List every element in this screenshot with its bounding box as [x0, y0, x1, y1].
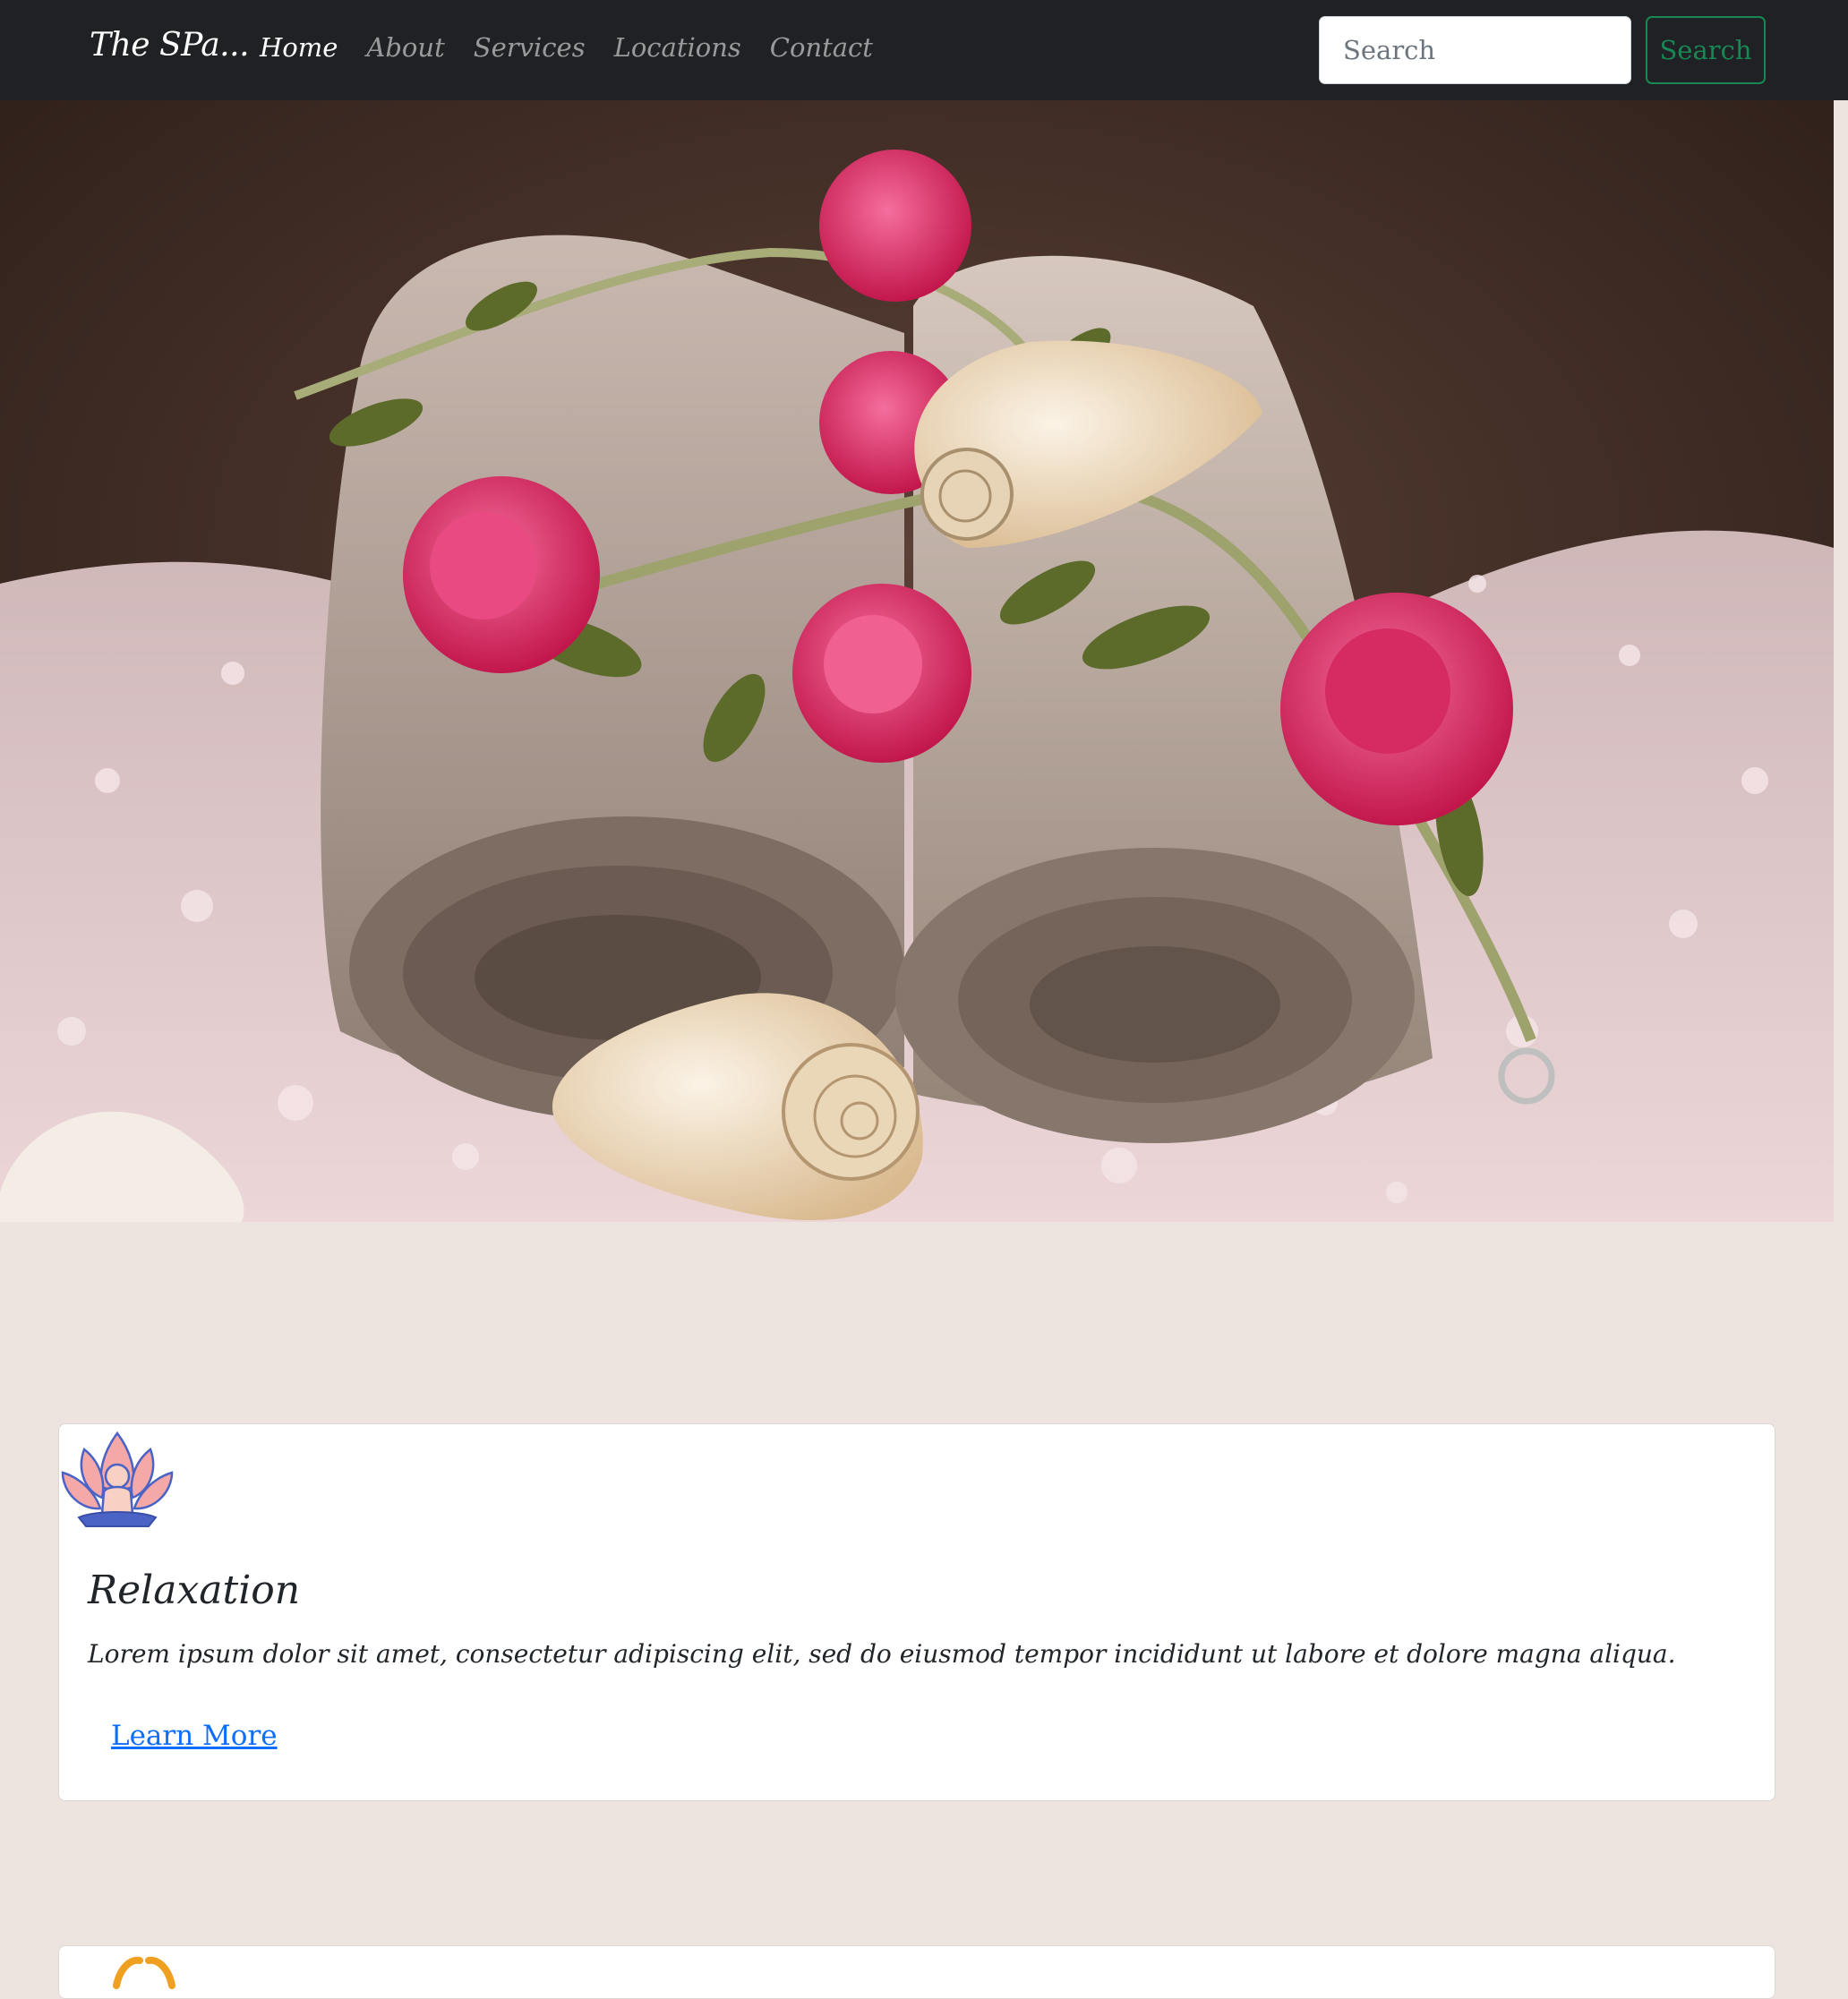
- orange-hands-icon: [104, 1950, 184, 1995]
- card-description: Lorem ipsum dolor sit amet, consectetur …: [88, 1639, 1676, 1669]
- brand-logo[interactable]: The SPa...: [90, 27, 250, 64]
- card-title: Relaxation: [88, 1568, 301, 1613]
- nav-link-services[interactable]: Services: [474, 32, 586, 63]
- search-button[interactable]: Search: [1646, 16, 1766, 84]
- service-card-relaxation: Relaxation Lorem ipsum dolor sit amet, c…: [58, 1423, 1775, 1801]
- nav-link-contact[interactable]: Contact: [770, 32, 873, 63]
- hero-right-gutter: [1834, 100, 1848, 1222]
- hero-image: [0, 100, 1834, 1222]
- nav-link-locations[interactable]: Locations: [614, 32, 741, 63]
- top-navbar: The SPa... Home About Services Locations…: [0, 0, 1848, 100]
- nav-link-about[interactable]: About: [366, 32, 444, 63]
- nav-link-home[interactable]: Home: [260, 32, 338, 63]
- search-input[interactable]: [1319, 16, 1631, 84]
- lotus-meditation-icon: [59, 1428, 175, 1533]
- learn-more-link[interactable]: Learn More: [111, 1720, 278, 1752]
- service-card-2: [58, 1945, 1775, 1999]
- nav-links: Home About Services Locations Contact: [260, 32, 873, 63]
